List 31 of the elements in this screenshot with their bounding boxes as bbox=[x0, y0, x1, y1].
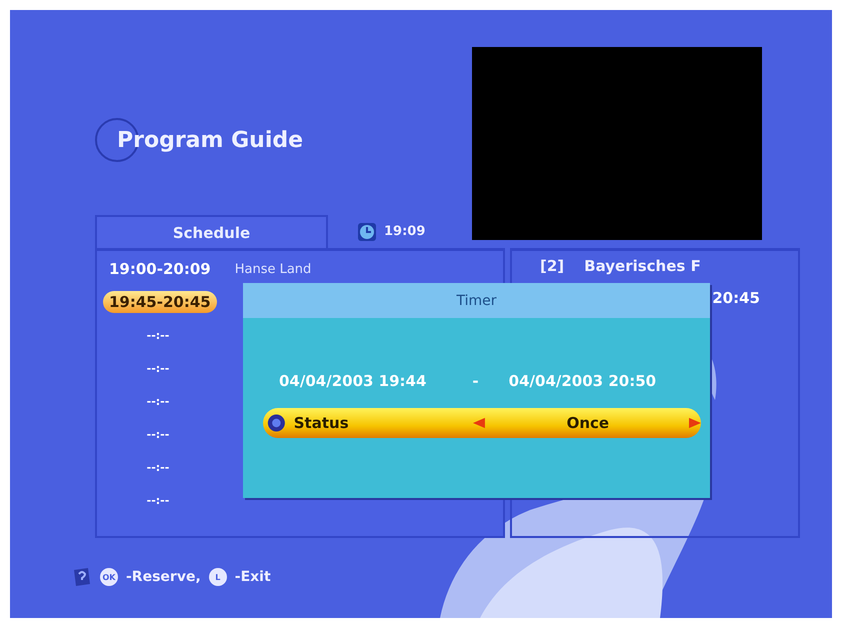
program-time[interactable]: --:-- bbox=[103, 428, 213, 440]
status-selector[interactable]: Status Once bbox=[263, 408, 701, 438]
dialog-title: Timer bbox=[243, 283, 710, 318]
left-arrow-icon[interactable] bbox=[472, 417, 485, 429]
right-arrow-icon[interactable] bbox=[689, 417, 701, 429]
clock-icon bbox=[358, 222, 376, 240]
remote-key-icon: L bbox=[208, 568, 227, 586]
start-datetime: 04/04/2003 19:44 bbox=[279, 372, 426, 390]
program-title: Hanse Land bbox=[234, 262, 312, 276]
end-datetime: 04/04/2003 20:50 bbox=[508, 372, 656, 390]
remote-key-icon: OK bbox=[100, 568, 118, 586]
program-time[interactable]: --:-- bbox=[103, 362, 213, 374]
page-title: Program Guide bbox=[117, 128, 304, 152]
program-time[interactable]: 19:45-20:45 bbox=[103, 291, 217, 313]
schedule-tab[interactable]: Schedule bbox=[95, 215, 328, 248]
channel-number: [2] bbox=[540, 257, 564, 275]
channel-name: Bayerisches F bbox=[584, 257, 701, 275]
program-end-time: 20:45 bbox=[712, 289, 760, 307]
program-time[interactable]: --:-- bbox=[103, 460, 213, 474]
help-icon bbox=[72, 566, 92, 588]
bullet-icon bbox=[267, 412, 286, 434]
clock-time: 19:09 bbox=[384, 224, 426, 239]
footer-hint: -Reserve, bbox=[126, 569, 201, 585]
range-separator: - bbox=[472, 372, 479, 390]
status-value: Once bbox=[566, 414, 610, 432]
program-time[interactable]: --:-- bbox=[103, 328, 213, 342]
program-time[interactable]: 19:00-20:09 bbox=[103, 258, 217, 280]
program-time[interactable]: --:-- bbox=[103, 494, 213, 506]
status-label: Status bbox=[294, 414, 349, 432]
footer-hint: -Exit bbox=[234, 569, 271, 585]
program-time[interactable]: --:-- bbox=[103, 394, 213, 408]
